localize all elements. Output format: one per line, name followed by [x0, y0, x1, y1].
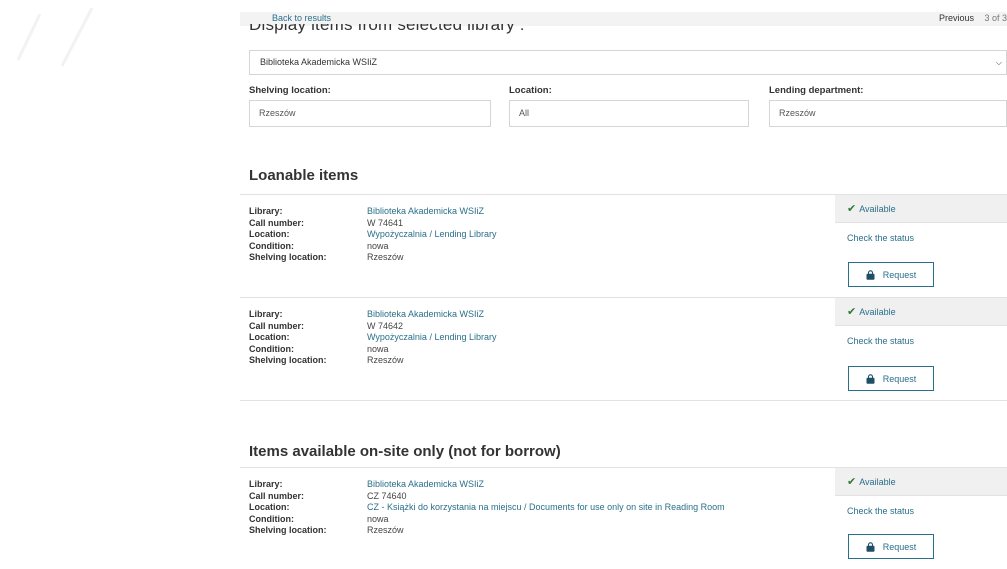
detail-label-call-number: Call number:	[249, 490, 305, 501]
availability-label: Available	[859, 307, 896, 317]
detail-value-call-number: W 74641	[367, 217, 404, 228]
detail-value-library[interactable]: Biblioteka Akademicka WSIiZ	[367, 479, 484, 491]
loanable-items-heading: Loanable items	[249, 167, 359, 184]
detail-value-call-number: CZ 74640	[367, 490, 407, 501]
check-icon: ✔	[847, 476, 857, 488]
availability-panel: ✔ Available Check the status Request	[835, 468, 1007, 569]
request-label: Request	[882, 373, 917, 384]
display-items-heading: Display items from selected library :	[249, 24, 525, 34]
detail-value-shelving: Rzeszów	[367, 525, 404, 536]
bag-lock-icon	[866, 541, 875, 552]
location-label: Location:	[509, 85, 552, 96]
detail-label-call-number: Call number:	[249, 320, 305, 331]
detail-row: Shelving location: Rzeszów	[249, 525, 725, 537]
bag-lock-icon	[866, 269, 875, 280]
detail-value-shelving: Rzeszów	[367, 252, 404, 263]
check-icon: ✔	[847, 203, 857, 215]
result-counter: 3 of 3	[984, 13, 1007, 23]
availability-status: ✔ Available	[835, 468, 1007, 496]
detail-label-location: Location:	[249, 332, 290, 343]
detail-row: Library: Biblioteka Akademicka WSIiZ	[249, 479, 725, 491]
detail-value-location[interactable]: Wypożyczalnia / Lending Library	[367, 229, 497, 241]
detail-label-shelving: Shelving location:	[249, 525, 327, 536]
item-details: Library: Biblioteka Akademicka WSIiZ Call …	[249, 309, 497, 367]
shelving-location-field[interactable]: Rzeszów	[249, 100, 491, 127]
availability-label: Available	[859, 477, 896, 487]
detail-label-location: Location:	[249, 229, 290, 240]
request-label: Request	[882, 269, 917, 280]
detail-row: Condition: nowa	[249, 241, 497, 253]
detail-label-condition: Condition:	[249, 513, 294, 524]
check-status-link[interactable]: Check the status	[847, 233, 914, 243]
detail-row: Shelving location: Rzeszów	[249, 355, 497, 367]
library-select-value: Biblioteka Akademicka WSIiZ	[260, 57, 378, 67]
lending-department-label: Lending department:	[769, 85, 864, 96]
detail-label-call-number: Call number:	[249, 217, 305, 228]
item-card: Library: Biblioteka Akademicka WSIiZ Call …	[240, 194, 1007, 297]
detail-row: Call number: CZ 74640	[249, 491, 725, 503]
detail-value-condition: nowa	[367, 513, 389, 524]
bag-lock-icon	[866, 373, 875, 384]
request-button[interactable]: Request	[848, 534, 934, 559]
detail-row: Location: Wypożyczalnia / Lending Library	[249, 332, 497, 344]
detail-value-location[interactable]: Wypożyczalnia / Lending Library	[367, 332, 497, 344]
lending-department-field[interactable]: Rzeszów	[769, 100, 1007, 127]
detail-label-condition: Condition:	[249, 240, 294, 251]
availability-status: ✔ Available	[835, 195, 1007, 223]
check-status-link[interactable]: Check the status	[847, 336, 914, 346]
detail-label-location: Location:	[249, 502, 290, 513]
item-details: Library: Biblioteka Akademicka WSIiZ Call …	[249, 479, 725, 537]
detail-value-condition: nowa	[367, 343, 389, 354]
detail-label-condition: Condition:	[249, 343, 294, 354]
request-label: Request	[882, 541, 917, 552]
detail-label-shelving: Shelving location:	[249, 252, 327, 263]
item-card: Library: Biblioteka Akademicka WSIiZ Call …	[240, 467, 1007, 569]
availability-panel: ✔ Available Check the status Request	[835, 298, 1007, 400]
location-field[interactable]: All	[509, 100, 749, 127]
item-details: Library: Biblioteka Akademicka WSIiZ Call …	[249, 206, 497, 264]
detail-row: Condition: nowa	[249, 344, 497, 356]
chevron-down-icon: ⌵	[995, 58, 1002, 67]
detail-value-shelving: Rzeszów	[367, 355, 404, 366]
request-button[interactable]: Request	[848, 366, 934, 391]
decorative-slashes-graphic	[16, 7, 94, 67]
result-pager: Previous 3 of 3	[939, 13, 1007, 23]
detail-value-location[interactable]: CZ - Książki do korzystania na miejscu /…	[367, 502, 725, 514]
detail-row: Location: Wypożyczalnia / Lending Library	[249, 229, 497, 241]
availability-panel: ✔ Available Check the status Request	[835, 195, 1007, 297]
detail-label-library: Library:	[249, 206, 283, 216]
availability-status: ✔ Available	[835, 298, 1007, 326]
detail-value-call-number: W 74642	[367, 320, 404, 331]
check-status-link[interactable]: Check the status	[847, 506, 914, 516]
library-select[interactable]: Biblioteka Akademicka WSIiZ ⌵	[249, 50, 1007, 75]
shelving-location-label: Shelving location:	[249, 85, 331, 96]
detail-row: Condition: nowa	[249, 514, 725, 526]
detail-row: Call number: W 74641	[249, 218, 497, 230]
availability-label: Available	[859, 204, 896, 214]
back-to-results-link[interactable]: Back to results	[272, 13, 331, 23]
detail-value-library[interactable]: Biblioteka Akademicka WSIiZ	[367, 309, 484, 321]
detail-label-library: Library:	[249, 479, 283, 489]
item-card: Library: Biblioteka Akademicka WSIiZ Call …	[240, 297, 1007, 401]
check-icon: ✔	[847, 306, 857, 318]
detail-row: Library: Biblioteka Akademicka WSIiZ	[249, 206, 497, 218]
request-button[interactable]: Request	[848, 262, 934, 287]
detail-value-library[interactable]: Biblioteka Akademicka WSIiZ	[367, 206, 484, 218]
detail-row: Location: CZ - Książki do korzystania na …	[249, 502, 725, 514]
previous-link[interactable]: Previous	[939, 13, 974, 23]
detail-label-library: Library:	[249, 309, 283, 319]
detail-label-shelving: Shelving location:	[249, 355, 327, 366]
detail-row: Shelving location: Rzeszów	[249, 252, 497, 264]
detail-row: Call number: W 74642	[249, 321, 497, 333]
detail-value-condition: nowa	[367, 240, 389, 251]
detail-row: Library: Biblioteka Akademicka WSIiZ	[249, 309, 497, 321]
onsite-items-heading: Items available on-site only (not for bo…	[249, 443, 561, 460]
